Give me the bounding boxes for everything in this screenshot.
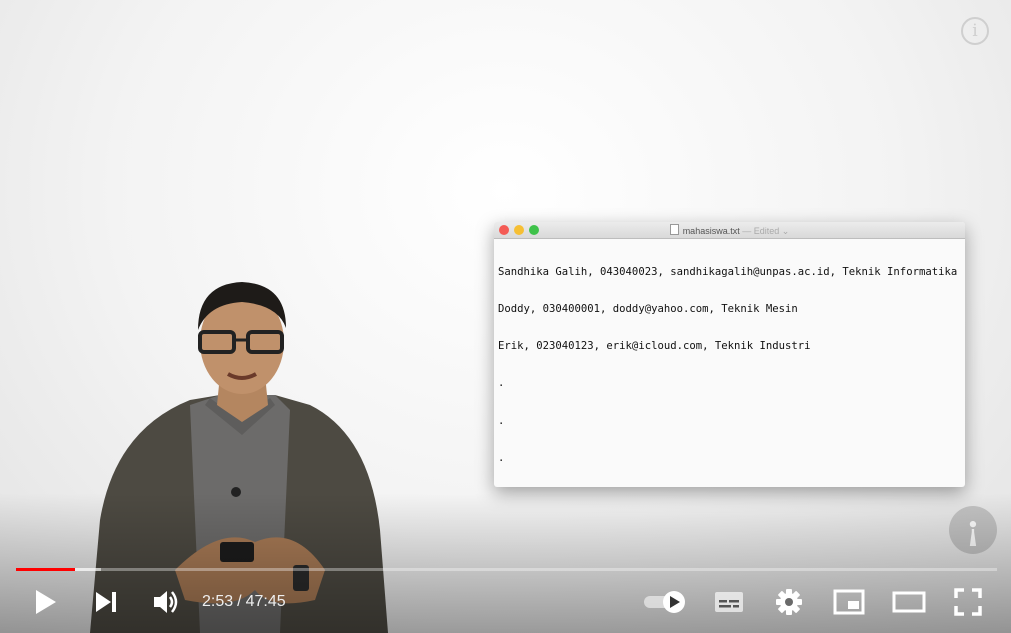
editor-line: . — [498, 414, 505, 427]
theater-mode-icon — [892, 591, 926, 613]
played-bar — [16, 568, 75, 571]
editor-line: Erik, 023040123, erik@icloud.com, Teknik… — [498, 340, 811, 353]
editor-line: Sandhika Galih, 043040023, sandhikagalih… — [498, 265, 958, 278]
subtitles-button[interactable] — [712, 584, 746, 620]
miniplayer-button[interactable] — [832, 584, 866, 620]
text-editor-window: mahasiswa.txt — Edited ⌄ Sandhika Galih,… — [494, 222, 965, 487]
duration: 47:45 — [245, 593, 286, 610]
miniplayer-icon — [833, 589, 865, 615]
autoplay-toggle[interactable] — [642, 584, 690, 620]
settings-button[interactable] — [772, 584, 806, 620]
gear-icon — [776, 589, 802, 615]
theater-mode-button[interactable] — [890, 584, 928, 620]
video-player[interactable]: i mahasiswa.txt — Edited ⌄ Sandhika Gali… — [0, 0, 1011, 633]
play-icon — [36, 590, 56, 614]
time-separator: / — [237, 593, 242, 610]
info-icon[interactable]: i — [961, 17, 989, 45]
next-icon — [96, 592, 116, 612]
window-filename: mahasiswa.txt — [682, 226, 740, 236]
window-title: mahasiswa.txt — Edited ⌄ — [494, 224, 965, 237]
window-titlebar: mahasiswa.txt — Edited ⌄ — [494, 222, 965, 239]
time-display: 2:53/47:45 — [202, 592, 286, 612]
editor-line: . — [498, 377, 505, 390]
volume-button[interactable] — [148, 584, 184, 620]
autoplay-toggle-icon — [644, 591, 685, 613]
window-edited-status: — Edited ⌄ — [742, 226, 790, 236]
document-icon — [669, 224, 679, 235]
volume-icon — [154, 591, 178, 613]
editor-text-area: Sandhika Galih, 043040023, sandhikagalih… — [494, 239, 965, 487]
progress-bar[interactable] — [16, 568, 997, 571]
subtitles-icon — [715, 592, 743, 612]
current-time: 2:53 — [202, 593, 234, 610]
fullscreen-icon — [954, 588, 982, 616]
fullscreen-button[interactable] — [952, 584, 984, 620]
next-button[interactable] — [90, 584, 122, 620]
editor-line: . — [498, 451, 505, 464]
editor-line: Doddy, 030400001, doddy@yahoo.com, Tekni… — [498, 303, 798, 316]
play-button[interactable] — [30, 584, 62, 620]
